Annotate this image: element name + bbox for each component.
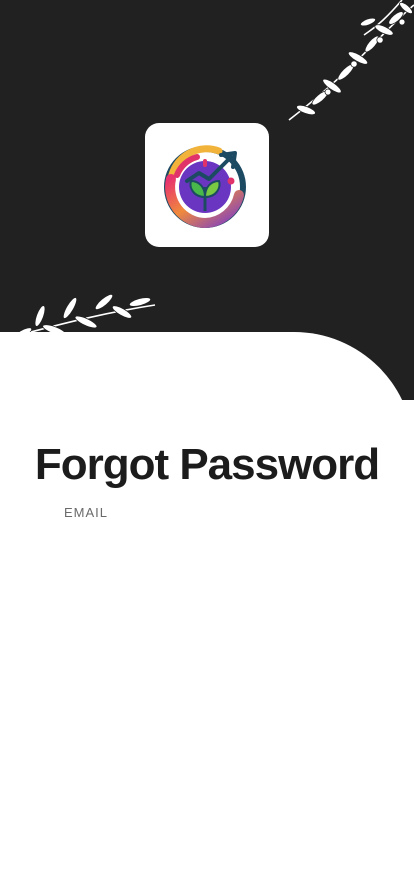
growth-plant-logo-icon [164, 145, 246, 229]
olive-branch-icon [288, 0, 414, 121]
page-title: Forgot Password [34, 440, 380, 490]
form-sheet [0, 332, 414, 896]
forgot-password-screen: Forgot Password EMAIL [0, 0, 414, 896]
app-logo-tile [145, 123, 269, 247]
email-label: EMAIL [64, 505, 109, 520]
email-field[interactable] [60, 524, 362, 556]
